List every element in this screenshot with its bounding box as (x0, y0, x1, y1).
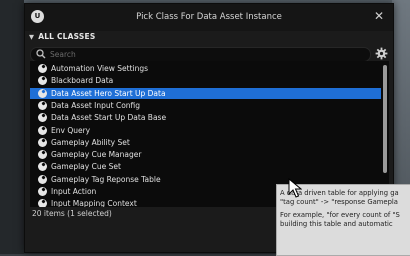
scrollbar-thumb[interactable] (383, 65, 387, 173)
list-item-label: Data Asset Start Up Data Base (51, 113, 167, 123)
search-input[interactable] (50, 48, 350, 61)
list-item[interactable]: Blackboard Data (30, 75, 381, 86)
tooltip-line: building this table and automatic (280, 219, 393, 228)
mouse-cursor-icon (288, 178, 302, 198)
item-count-status: 20 items (1 selected) (32, 209, 112, 218)
section-label: ALL CLASSES (38, 32, 96, 41)
list-item-label: Input Action (51, 187, 97, 196)
class-icon (38, 199, 47, 207)
list-item-label: Blackboard Data (51, 76, 114, 86)
class-icon (38, 150, 47, 160)
dialog-title: Pick Class For Data Asset Instance (136, 12, 282, 22)
list-item-label: Gameplay Cue Set (51, 162, 121, 172)
list-item-label: Input Mapping Context (51, 199, 137, 207)
tooltip-line: "tag count" -> "response Gamepla (280, 197, 398, 206)
class-icon (38, 76, 47, 86)
search-box[interactable] (30, 47, 371, 62)
list-item[interactable]: Gameplay Cue Manager (30, 149, 381, 160)
list-item[interactable]: Data Asset Hero Start Up Data (30, 87, 381, 99)
class-icon (38, 187, 47, 196)
list-item-label: Automation View Settings (51, 64, 149, 73)
list-item-label: Env Query (51, 125, 91, 135)
title-bar[interactable]: U Pick Class For Data Asset Instance ✕ (25, 4, 393, 31)
tooltip-line: For example, "for every count of "S (280, 211, 400, 220)
search-icon (36, 49, 46, 59)
collapse-arrow-icon[interactable]: ▼ (29, 33, 34, 41)
editor-side-panel (0, 0, 24, 254)
list-item-label: Gameplay Cue Manager (51, 150, 142, 160)
list-item-label: Gameplay Ability Set (51, 137, 130, 147)
settings-gear-icon[interactable] (375, 47, 388, 60)
list-item-label: Gameplay Tag Reponse Table (51, 174, 161, 184)
list-item[interactable]: Automation View Settings (30, 63, 381, 74)
list-item[interactable]: Gameplay Cue Set (30, 161, 381, 172)
class-icon (38, 88, 47, 98)
list-item-label: Data Asset Hero Start Up Data (51, 88, 166, 98)
class-icon (38, 125, 47, 135)
list-item-label: Data Asset Input Config (51, 100, 141, 110)
all-classes-header[interactable]: ▼ ALL CLASSES (29, 32, 229, 46)
list-item[interactable]: Data Asset Input Config (30, 100, 381, 111)
class-icon (38, 162, 47, 172)
list-item[interactable]: Gameplay Ability Set (30, 137, 381, 148)
close-button[interactable]: ✕ (374, 9, 384, 23)
class-icon (38, 64, 47, 73)
class-icon (38, 100, 47, 110)
list-item[interactable]: Data Asset Start Up Data Base (30, 112, 381, 123)
class-icon (38, 174, 47, 184)
class-icon (38, 137, 47, 147)
class-icon (38, 113, 47, 123)
list-item[interactable]: Env Query (30, 125, 381, 136)
